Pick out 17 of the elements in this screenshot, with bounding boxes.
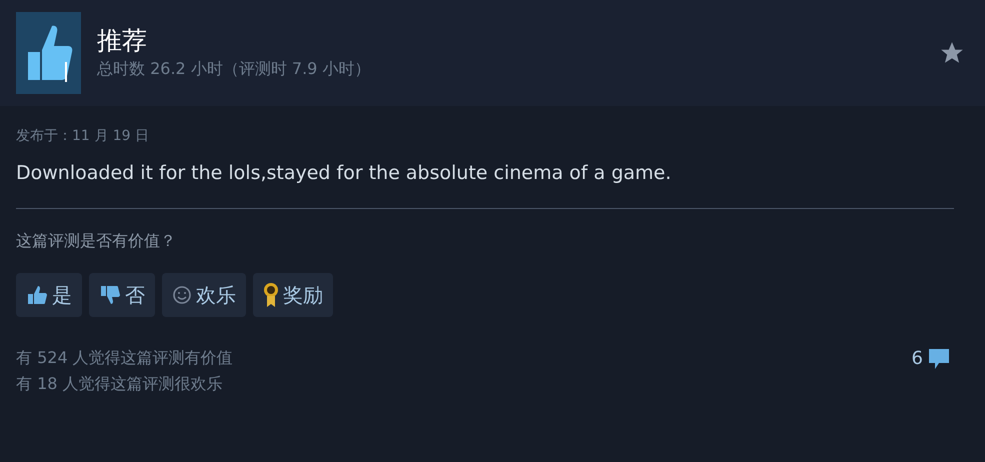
vote-button[interactable]: 是 xyxy=(16,272,82,316)
review-text: Downloaded it for the lols,stayed for the absolute cinema of a game. xyxy=(16,161,672,186)
vote-stat-text: 有 18 人觉得这篇评测很欢乐 xyxy=(16,372,224,394)
vote-button[interactable]: 否 xyxy=(89,272,155,316)
medal-icon xyxy=(263,282,279,308)
smiley-icon xyxy=(172,284,192,304)
thumbs-down-icon xyxy=(99,284,121,304)
thumbs-up-icon xyxy=(16,12,81,94)
posted-date: 发布于：11 月 19 日 xyxy=(16,127,150,146)
vote-button[interactable]: 奖励 xyxy=(253,272,333,316)
playtime-text: 总时数 26.2 小时（评测时 7.9 小时） xyxy=(97,58,372,80)
helpful-question: 这篇评测是否有价值？ xyxy=(16,230,177,252)
vote-button[interactable]: 欢乐 xyxy=(162,272,246,316)
comment-count: 6 xyxy=(912,346,923,370)
vote-stat-text: 有 524 人觉得这篇评测有价值 xyxy=(16,346,233,368)
thumbs-up-icon xyxy=(26,284,48,304)
recommendation-title: 推荐 xyxy=(97,25,148,57)
